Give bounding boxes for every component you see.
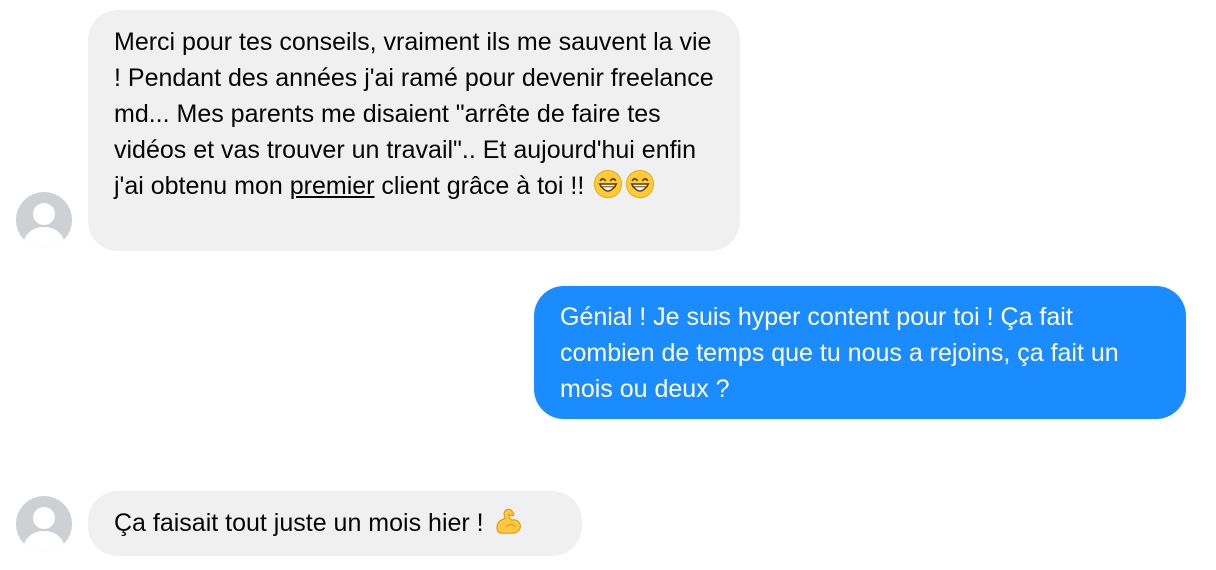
incoming-message-bubble[interactable]: Ça faisait tout juste un mois hier !	[88, 491, 582, 556]
message-text: client grâce à toi !!	[374, 172, 592, 200]
grinning-face-emoji	[626, 169, 655, 199]
grinning-face-emoji	[594, 169, 623, 199]
message-text: Ça faisait tout juste un mois hier !	[114, 509, 491, 537]
default-profile-icon	[22, 203, 66, 248]
default-profile-icon	[22, 507, 66, 552]
underlined-word: premier	[289, 172, 375, 200]
incoming-message-bubble[interactable]: Merci pour tes conseils, vraiment ils me…	[88, 10, 740, 251]
message-text: Génial ! Je suis hyper content pour toi …	[560, 303, 1119, 403]
outgoing-message-bubble[interactable]: Génial ! Je suis hyper content pour toi …	[534, 286, 1186, 419]
contact-avatar[interactable]	[16, 496, 72, 552]
contact-avatar[interactable]	[16, 192, 72, 248]
flexed-biceps-emoji	[495, 508, 521, 534]
